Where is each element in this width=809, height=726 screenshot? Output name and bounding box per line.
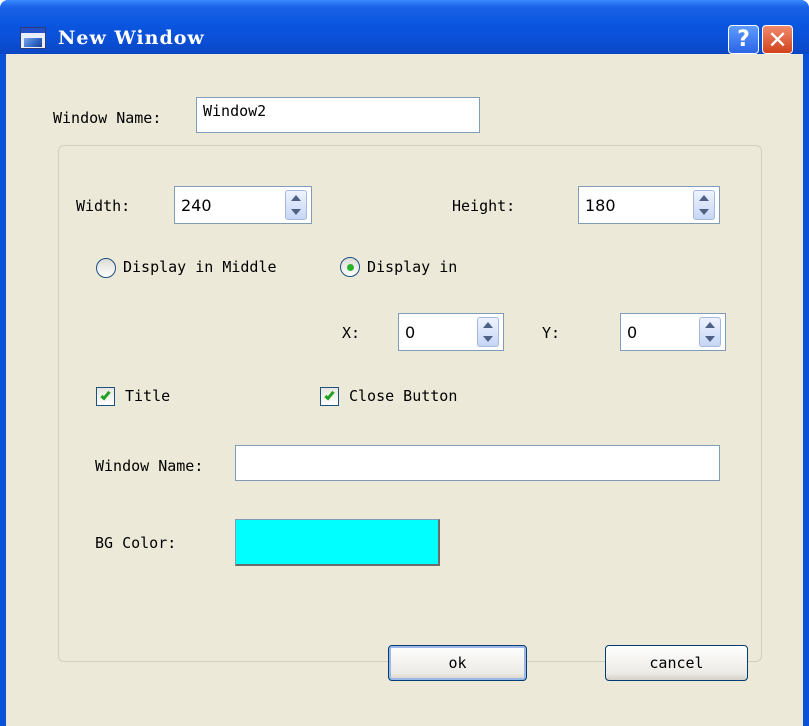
x-spin-arrows-icon[interactable] xyxy=(477,317,499,347)
height-spin-arrows-icon[interactable] xyxy=(693,190,715,220)
bg-color-label: BG Color: xyxy=(95,534,177,552)
width-spinner[interactable]: 240 xyxy=(174,186,312,224)
display-in-label: Display in xyxy=(367,258,458,276)
bg-color-swatch[interactable] xyxy=(235,519,440,566)
title-checkbox-label: Title xyxy=(125,387,171,405)
cancel-button[interactable]: cancel xyxy=(605,645,748,681)
window-title: New Window xyxy=(58,27,205,49)
window-name-input[interactable]: Window2 xyxy=(196,97,480,133)
y-spinner[interactable]: 0 xyxy=(620,313,726,351)
close-button-checkbox-label: Close Button xyxy=(349,387,458,405)
y-value: 0 xyxy=(627,323,638,342)
width-value: 240 xyxy=(181,196,212,215)
inner-window-name-label: Window Name: xyxy=(95,457,204,475)
checkmark-icon xyxy=(324,389,335,401)
display-middle-radio[interactable] xyxy=(96,258,116,278)
y-label: Y: xyxy=(542,324,561,342)
display-in-radio[interactable] xyxy=(340,257,360,277)
height-label: Height: xyxy=(452,197,516,215)
ok-button[interactable]: ok xyxy=(388,645,527,681)
dialog-window: New Window ? ✕ Window Name: Window2 Widt… xyxy=(0,0,809,726)
x-label: X: xyxy=(342,324,361,342)
width-label: Width: xyxy=(76,197,131,215)
title-checkbox[interactable] xyxy=(96,387,115,406)
height-spinner[interactable]: 180 xyxy=(578,186,720,224)
close-button[interactable]: ✕ xyxy=(762,25,793,54)
y-spin-arrows-icon[interactable] xyxy=(699,317,721,347)
close-button-checkbox[interactable] xyxy=(320,387,339,406)
title-bar[interactable]: New Window ? ✕ xyxy=(0,0,809,54)
help-button[interactable]: ? xyxy=(728,25,759,54)
dialog-client-area: Window Name: Window2 Width: 240 Height: … xyxy=(6,54,803,726)
width-spin-arrows-icon[interactable] xyxy=(285,190,307,220)
height-value: 180 xyxy=(585,196,616,215)
radio-selected-dot-icon xyxy=(347,264,354,271)
window-app-icon xyxy=(20,27,46,49)
x-spinner[interactable]: 0 xyxy=(398,313,504,351)
display-middle-label: Display in Middle xyxy=(123,258,277,276)
window-name-label: Window Name: xyxy=(53,109,162,127)
inner-window-name-input[interactable] xyxy=(235,445,720,481)
checkmark-icon xyxy=(100,389,111,401)
x-value: 0 xyxy=(405,323,416,342)
